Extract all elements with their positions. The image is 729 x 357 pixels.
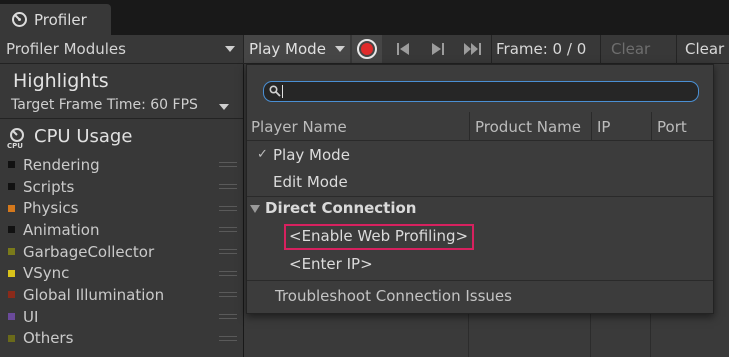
step-forward-icon xyxy=(432,43,444,55)
cpu-usage-title: CPU Usage xyxy=(34,126,133,147)
drag-handle-icon[interactable] xyxy=(219,184,237,190)
current-frame-button[interactable] xyxy=(458,35,488,63)
category-swatch xyxy=(8,183,15,191)
category-label: Global Illumination xyxy=(23,285,165,304)
category-label: UI xyxy=(23,307,39,326)
section-divider xyxy=(247,280,713,281)
player-table-header: Player Name Product Name IP Port xyxy=(247,112,713,141)
skip-to-start-icon xyxy=(397,43,409,55)
list-item[interactable]: Physics xyxy=(0,197,243,219)
category-label: Others xyxy=(23,329,74,348)
target-frame-time-selector[interactable]: Target Frame Time: 60 FPS xyxy=(11,97,198,113)
target-selection-popup: Player Name Product Name IP Port ✓ Play … xyxy=(246,64,714,314)
first-frame-button[interactable] xyxy=(388,35,418,63)
option-enable-web-profiling[interactable]: <Enable Web Profiling> xyxy=(289,227,468,245)
option-edit-mode[interactable]: Edit Mode xyxy=(273,173,348,191)
cpu-icon: CPU xyxy=(7,128,24,149)
frame-counter: Frame: 0 / 0 xyxy=(496,40,587,58)
list-item[interactable]: Others xyxy=(0,328,243,350)
expand-triangle-icon[interactable] xyxy=(250,205,260,213)
column-header-ip[interactable]: IP xyxy=(597,118,610,136)
cpu-category-list: Rendering Scripts Physics Animation Garb… xyxy=(0,154,243,349)
list-item[interactable]: VSync xyxy=(0,262,243,284)
clear-on-play-button[interactable]: Clear xyxy=(677,35,729,63)
fast-forward-end-icon xyxy=(464,43,481,55)
tab-strip: Profiler xyxy=(0,0,729,35)
clear-button[interactable]: Clear xyxy=(601,35,661,63)
profiler-gauge-icon xyxy=(12,12,27,27)
list-item[interactable]: Animation xyxy=(0,219,243,241)
direct-connection-header[interactable]: Direct Connection xyxy=(265,199,416,217)
troubleshoot-link[interactable]: Troubleshoot Connection Issues xyxy=(275,287,512,305)
category-swatch xyxy=(8,269,15,277)
svg-text:CPU: CPU xyxy=(7,142,23,149)
section-divider xyxy=(247,196,713,197)
drag-handle-icon[interactable] xyxy=(219,335,237,341)
chevron-down-icon[interactable] xyxy=(219,104,229,110)
list-item[interactable]: Scripts xyxy=(0,176,243,198)
category-swatch xyxy=(8,226,15,234)
category-label: Animation xyxy=(23,220,100,239)
option-play-mode[interactable]: Play Mode xyxy=(273,146,350,164)
drag-handle-icon[interactable] xyxy=(219,162,237,168)
profiler-modules-dropdown[interactable]: Profiler Modules xyxy=(0,35,243,63)
category-label: GarbageCollector xyxy=(23,242,155,261)
category-swatch xyxy=(8,204,15,212)
profiler-toolbar: Profiler Modules Play Mode Frame: 0 / 0 … xyxy=(0,35,729,64)
option-enter-ip[interactable]: <Enter IP> xyxy=(289,255,373,273)
toolbar-divider xyxy=(491,35,492,64)
search-icon xyxy=(269,85,281,97)
play-mode-label: Play Mode xyxy=(249,40,326,58)
tab-profiler[interactable]: Profiler xyxy=(0,4,111,35)
column-divider xyxy=(469,112,470,141)
category-label: Physics xyxy=(23,199,79,218)
list-item[interactable]: UI xyxy=(0,306,243,328)
list-item[interactable]: Rendering xyxy=(0,154,243,176)
category-swatch xyxy=(8,248,15,256)
category-label: VSync xyxy=(23,264,70,283)
column-header-port[interactable]: Port xyxy=(657,118,687,136)
modules-panel: Highlights Target Frame Time: 60 FPS CPU… xyxy=(0,64,243,357)
checkmark-icon: ✓ xyxy=(257,147,268,162)
drag-handle-icon[interactable] xyxy=(219,227,237,233)
highlights-title: Highlights xyxy=(13,70,109,92)
column-divider xyxy=(591,112,592,141)
tab-label: Profiler xyxy=(34,10,87,29)
category-swatch xyxy=(8,313,15,321)
record-button[interactable] xyxy=(352,35,382,63)
category-swatch xyxy=(8,291,15,299)
category-label: Rendering xyxy=(23,155,100,174)
record-icon xyxy=(357,39,377,59)
drag-handle-icon[interactable] xyxy=(219,270,237,276)
search-input[interactable] xyxy=(283,83,683,100)
drag-handle-icon[interactable] xyxy=(219,292,237,298)
play-mode-dropdown[interactable]: Play Mode xyxy=(244,35,350,63)
drag-handle-icon[interactable] xyxy=(219,249,237,255)
profiler-modules-label: Profiler Modules xyxy=(6,40,126,58)
highlights-module[interactable]: Highlights Target Frame Time: 60 FPS xyxy=(0,64,243,119)
next-frame-button[interactable] xyxy=(423,35,453,63)
chevron-down-icon xyxy=(335,46,345,52)
column-header-player-name[interactable]: Player Name xyxy=(251,118,347,136)
list-item[interactable]: Global Illumination xyxy=(0,284,243,306)
chevron-down-icon xyxy=(225,46,235,52)
column-header-product-name[interactable]: Product Name xyxy=(475,118,581,136)
category-swatch xyxy=(8,161,15,169)
category-label: Scripts xyxy=(23,177,75,196)
drag-handle-icon[interactable] xyxy=(219,314,237,320)
column-divider xyxy=(651,112,652,141)
list-item[interactable]: GarbageCollector xyxy=(0,241,243,263)
search-field[interactable] xyxy=(263,81,699,102)
category-swatch xyxy=(8,334,15,342)
drag-handle-icon[interactable] xyxy=(219,205,237,211)
